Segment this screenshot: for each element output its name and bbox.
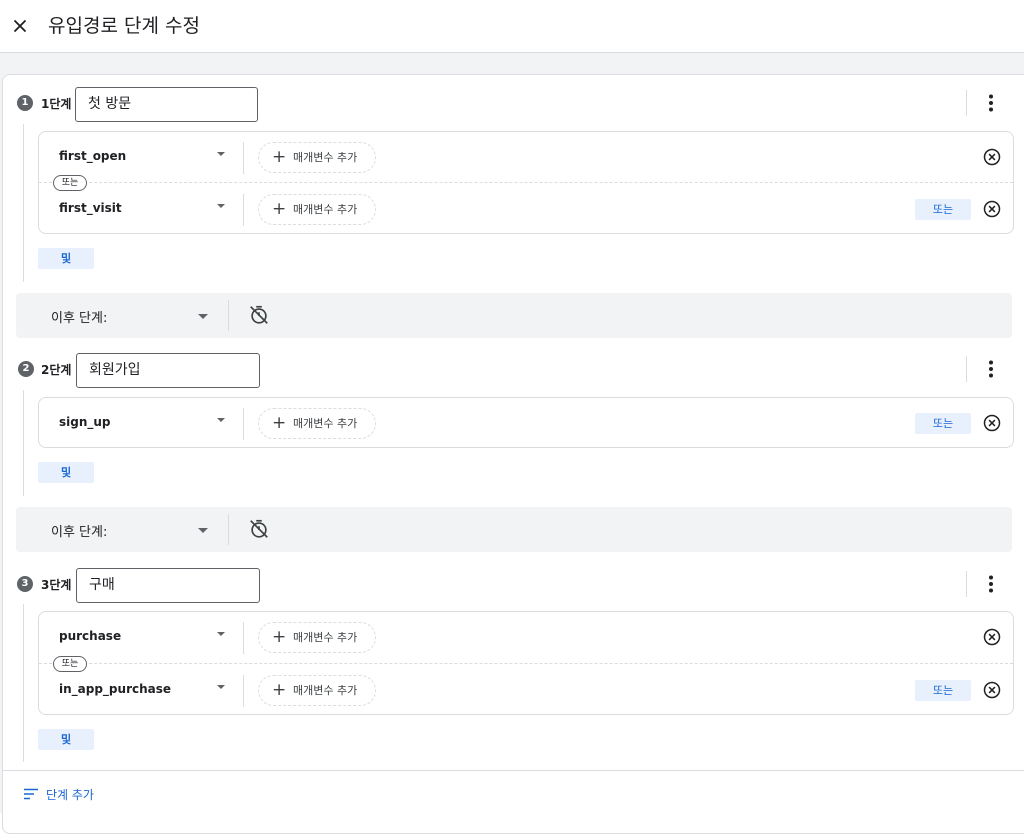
step-label: 1단계 — [41, 97, 72, 111]
add-icon: + — [272, 413, 287, 433]
next-step-dropdown-arrow[interactable] — [198, 314, 208, 319]
condition-group: first_open + 매개변수 추가 또는 first_visit + 매개… — [38, 131, 1014, 234]
event-dropdown-arrow[interactable] — [217, 418, 225, 422]
timer-off-icon[interactable] — [248, 304, 270, 326]
divider — [243, 408, 244, 440]
add-parameter-label: 매개변수 추가 — [293, 631, 358, 644]
cancel-icon[interactable] — [982, 147, 1002, 167]
cancel-icon[interactable] — [982, 627, 1002, 647]
condition-row: first_open + 매개변수 추가 — [39, 132, 1013, 183]
step-number-badge: 2 — [18, 361, 34, 377]
event-name: in_app_purchase — [59, 682, 172, 696]
divider — [966, 571, 967, 597]
add-parameter-button[interactable]: + 매개변수 추가 — [258, 675, 376, 706]
header: 유입경로 단계 수정 — [0, 0, 1024, 53]
event-name: purchase — [59, 629, 122, 643]
event-dropdown-arrow[interactable] — [217, 685, 225, 689]
sort-icon — [24, 788, 38, 800]
condition-row: first_visit + 매개변수 추가 또는 — [39, 184, 1013, 235]
divider — [966, 90, 967, 116]
add-parameter-button[interactable]: + 매개변수 추가 — [258, 194, 376, 225]
step-name-input[interactable]: 구매 — [76, 568, 260, 603]
event-name: sign_up — [59, 415, 111, 429]
divider — [228, 300, 229, 331]
step-number-badge: 1 — [17, 95, 33, 111]
more-vert-icon[interactable] — [979, 357, 1003, 381]
divider — [966, 356, 967, 382]
add-icon: + — [272, 147, 287, 167]
or-separator-line — [39, 663, 1013, 664]
condition-group: sign_up + 매개변수 추가 또는 — [38, 397, 1014, 448]
divider — [2, 770, 1024, 771]
add-parameter-label: 매개변수 추가 — [293, 684, 358, 697]
divider — [243, 194, 244, 226]
more-vert-icon[interactable] — [979, 572, 1003, 596]
event-name: first_visit — [59, 201, 122, 215]
condition-row: purchase + 매개변수 추가 — [39, 612, 1013, 663]
add-step-label: 단계 추가 — [46, 788, 94, 802]
step-connector-line — [23, 604, 24, 762]
add-icon: + — [272, 627, 287, 647]
step-connector-line — [23, 390, 24, 496]
and-button[interactable]: 및 — [38, 462, 94, 483]
divider — [243, 142, 244, 174]
add-icon: + — [272, 680, 287, 700]
page-title: 유입경로 단계 수정 — [48, 15, 200, 37]
cancel-icon[interactable] — [982, 680, 1002, 700]
add-parameter-label: 매개변수 추가 — [293, 203, 358, 216]
event-name: first_open — [59, 149, 127, 163]
or-button[interactable]: 또는 — [915, 199, 971, 220]
next-step-bar: 이후 단계: — [16, 293, 1012, 338]
next-step-dropdown-arrow[interactable] — [198, 528, 208, 533]
next-step-label: 이후 단계: — [51, 311, 108, 326]
step-name-input[interactable]: 회원가입 — [76, 353, 260, 388]
add-parameter-button[interactable]: + 매개변수 추가 — [258, 622, 376, 653]
or-separator-line — [39, 182, 1013, 183]
next-step-bar: 이후 단계: — [16, 507, 1012, 552]
and-button[interactable]: 및 — [38, 729, 94, 750]
event-dropdown-arrow[interactable] — [217, 632, 225, 636]
condition-row: sign_up + 매개변수 추가 또는 — [39, 398, 1013, 449]
add-icon: + — [272, 199, 287, 219]
step-name-input[interactable]: 첫 방문 — [75, 87, 258, 122]
divider — [243, 675, 244, 707]
divider — [243, 622, 244, 654]
cancel-icon[interactable] — [982, 199, 1002, 219]
and-button[interactable]: 및 — [38, 248, 94, 269]
event-dropdown-arrow[interactable] — [217, 152, 225, 156]
event-dropdown-arrow[interactable] — [217, 204, 225, 208]
step-number-badge: 3 — [17, 576, 33, 592]
condition-group: purchase + 매개변수 추가 또는 in_app_purchase + … — [38, 611, 1014, 715]
divider — [228, 514, 229, 545]
step-label: 3단계 — [41, 578, 72, 592]
add-parameter-label: 매개변수 추가 — [293, 151, 358, 164]
or-button[interactable]: 또는 — [915, 413, 971, 434]
cancel-icon[interactable] — [982, 413, 1002, 433]
timer-off-icon[interactable] — [248, 518, 270, 540]
add-parameter-label: 매개변수 추가 — [293, 417, 358, 430]
step-connector-line — [23, 124, 24, 282]
step-label: 2단계 — [41, 363, 72, 377]
more-vert-icon[interactable] — [979, 91, 1003, 115]
condition-row: in_app_purchase + 매개변수 추가 또는 — [39, 665, 1013, 716]
add-parameter-button[interactable]: + 매개변수 추가 — [258, 408, 376, 439]
close-icon[interactable] — [9, 15, 31, 37]
add-parameter-button[interactable]: + 매개변수 추가 — [258, 142, 376, 173]
or-button[interactable]: 또는 — [915, 680, 971, 701]
next-step-label: 이후 단계: — [51, 525, 108, 540]
